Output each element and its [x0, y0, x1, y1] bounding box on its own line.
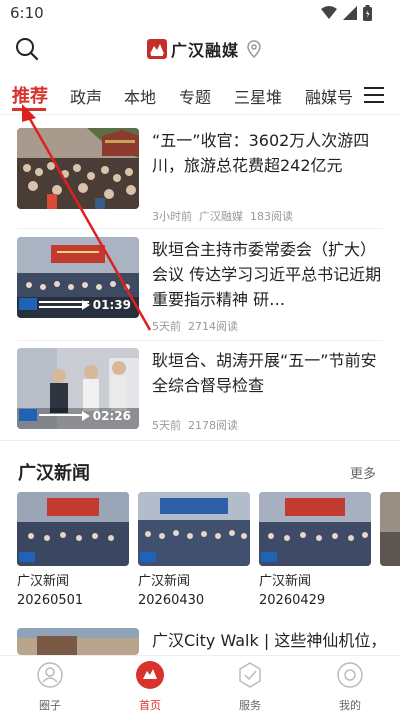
news-card[interactable]: 广汉新闻 20260501	[17, 492, 129, 610]
card-thumbnail	[380, 492, 400, 566]
more-link[interactable]: 更多	[350, 463, 376, 482]
channel-menu-icon[interactable]	[364, 87, 384, 105]
card-name: 广汉新闻	[259, 574, 312, 589]
card-name: 广汉新闻	[17, 574, 70, 589]
section-divider	[0, 440, 400, 441]
news-item-partial[interactable]: 广汉City Walk | 这些神仙机位，你知道几个？	[17, 628, 383, 655]
card-date: 20260501	[17, 593, 84, 608]
nav-label: 圈子	[39, 699, 61, 711]
news-divider	[17, 340, 383, 341]
news-thumbnail: 02:26	[17, 348, 139, 429]
service-icon	[239, 662, 261, 688]
tab-politics[interactable]: 政声	[70, 84, 102, 108]
home-icon	[136, 661, 164, 689]
news-thumbnail: 01:39	[17, 237, 139, 318]
news-title: 耿垣合主持市委常委会（扩大）会议 传达学习习近平总书记近期重要指示精神 研…	[152, 240, 382, 309]
play-icon	[81, 411, 90, 421]
news-divider	[17, 228, 383, 229]
news-time: 3小时前	[152, 210, 192, 223]
section-title: 广汉新闻	[18, 463, 90, 484]
guanghan-logo-icon	[147, 39, 167, 59]
news-source: 广汉融媒	[199, 210, 243, 223]
news-title: 广汉City Walk | 这些神仙机位，你知道几个？	[152, 631, 383, 650]
card-thumbnail	[17, 492, 129, 566]
news-reads: 2178阅读	[188, 419, 238, 432]
channel-tabs: 推荐 政声 本地 专题 三星堆 融媒号	[0, 78, 400, 112]
tab-recommend[interactable]: 推荐	[12, 82, 48, 108]
profile-icon	[337, 662, 363, 688]
nav-label: 我的	[339, 699, 361, 711]
wifi-icon	[321, 6, 337, 19]
news-card-partial[interactable]	[380, 492, 400, 566]
news-time: 5天前	[152, 419, 181, 432]
news-card[interactable]: 广汉新闻 20260429	[259, 492, 371, 610]
nav-label: 服务	[239, 699, 261, 711]
news-item[interactable]: 02:26 耿垣合、胡涛开展“五一”节前安全综合督导检查 5天前 2178阅读	[17, 348, 383, 452]
nav-service[interactable]: 服务	[220, 660, 280, 711]
news-title: “五一”收官：3602万人次游四川，旅游总花费超242亿元	[152, 131, 370, 175]
tab-local[interactable]: 本地	[124, 84, 156, 108]
news-meta: 5天前 2714阅读	[152, 318, 245, 334]
search-icon[interactable]	[14, 36, 40, 62]
brand-name: 广汉融媒	[171, 41, 240, 60]
news-meta: 5天前 2178阅读	[152, 417, 245, 433]
status-time: 6:10	[10, 4, 44, 22]
news-card[interactable]: 广汉新闻 20260430	[138, 492, 250, 610]
card-thumbnail	[259, 492, 371, 566]
card-date: 20260430	[138, 593, 205, 608]
tab-special[interactable]: 专题	[179, 84, 211, 108]
play-icon	[81, 300, 90, 310]
card-thumbnail	[138, 492, 250, 566]
brand: 广汉融媒	[147, 37, 239, 61]
nav-home[interactable]: 首页	[120, 660, 180, 711]
circle-icon	[37, 662, 63, 688]
status-icons	[321, 5, 372, 21]
news-reads: 2714阅读	[188, 320, 238, 333]
news-title: 耿垣合、胡涛开展“五一”节前安全综合督导检查	[152, 351, 377, 395]
tab-sanxingdui[interactable]: 三星堆	[234, 84, 282, 108]
card-name: 广汉新闻	[138, 574, 191, 589]
news-item[interactable]: 01:39 耿垣合主持市委常委会（扩大）会议 传达学习习近平总书记近期重要指示精…	[17, 237, 383, 341]
news-time: 5天前	[152, 320, 181, 333]
battery-icon	[363, 5, 372, 21]
signal-icon	[343, 6, 357, 20]
news-thumbnail	[17, 628, 139, 655]
video-duration: 02:26	[81, 409, 131, 423]
news-reads: 183阅读	[250, 210, 293, 223]
active-tab-indicator	[12, 108, 46, 111]
nav-label: 首页	[139, 699, 161, 711]
news-thumbnail	[17, 128, 139, 209]
nav-profile[interactable]: 我的	[320, 660, 380, 711]
location-pin-icon[interactable]	[246, 40, 262, 58]
news-item[interactable]: “五一”收官：3602万人次游四川，旅游总花费超242亿元 3小时前 广汉融媒 18…	[17, 128, 383, 232]
status-bar: 6:10	[0, 0, 400, 28]
tabs-divider	[0, 114, 400, 115]
video-duration: 01:39	[81, 298, 131, 312]
card-date: 20260429	[259, 593, 326, 608]
nav-circle[interactable]: 圈子	[20, 660, 80, 711]
news-meta: 3小时前 广汉融媒 183阅读	[152, 208, 300, 224]
tab-media-accounts[interactable]: 融媒号	[305, 84, 353, 108]
bottom-nav: 圈子 首页 服务 我的	[0, 655, 400, 711]
app-header: 广汉融媒	[0, 30, 400, 70]
